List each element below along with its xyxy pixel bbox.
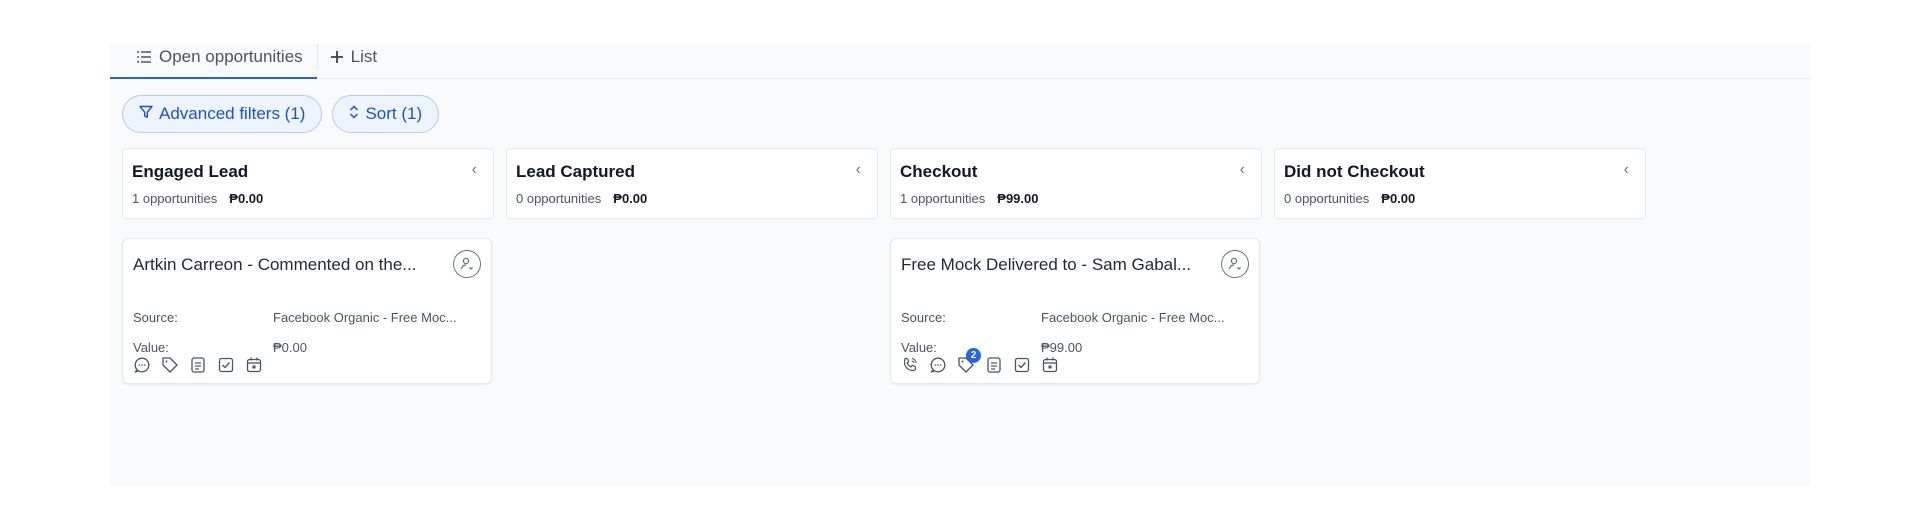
tag-icon[interactable] [161,356,179,374]
stage-meta: 1 opportunities ₱0.00 [132,191,484,206]
collapse-chevron-icon[interactable]: ‹ [1624,161,1629,179]
stage-column-checkout: Checkout 1 opportunities ₱99.00 ‹ [890,148,1262,219]
assign-user-icon[interactable] [453,250,481,278]
sort-button[interactable]: Sort (1) [332,95,440,133]
stage-title: Engaged Lead [132,162,249,181]
stage-column-lead-captured: Lead Captured 0 opportunities ₱0.00 ‹ [506,148,878,219]
stage-column-engaged-lead: Engaged Lead 1 opportunities ₱0.00 ‹ [122,148,494,219]
advanced-filters-label: Advanced filters (1) [159,104,306,123]
notes-icon[interactable] [985,356,1003,374]
stage-column-did-not-checkout: Did not Checkout 0 opportunities ₱0.00 ‹ [1274,148,1646,219]
tag-icon[interactable]: 2 [957,348,981,374]
opportunity-count: 0 opportunities [1284,191,1370,206]
advanced-filters-button[interactable]: Advanced filters (1) [122,95,323,133]
collapse-chevron-icon[interactable]: ‹ [856,161,861,179]
stage-meta: 0 opportunities ₱0.00 [1284,191,1636,206]
task-icon[interactable] [1013,356,1031,374]
source-label: Source: [133,310,178,325]
stage-amount: ₱99.00 [997,191,1039,206]
comment-icon[interactable] [929,356,947,374]
phone-icon[interactable] [901,356,919,374]
stage-amount: ₱0.00 [613,191,648,206]
calendar-icon[interactable] [1041,356,1059,374]
opportunity-title: Artkin Carreon - Commented on the... [133,255,417,274]
opportunity-title: Free Mock Delivered to - Sam Gabal... [901,255,1192,274]
tab-open-opportunities[interactable]: Open opportunities [110,44,317,79]
calendar-icon[interactable] [245,356,263,374]
opportunity-card[interactable]: Artkin Carreon - Commented on the... Sou… [122,238,492,384]
filter-bar: Advanced filters (1) Sort (1) [122,95,440,133]
pipeline-board: Open opportunities List Advanced filters… [110,44,1810,486]
stage-title: Lead Captured [516,162,636,181]
collapse-chevron-icon[interactable]: ‹ [472,161,477,179]
stage-amount: ₱0.00 [229,191,264,206]
card-actions: 2 [901,348,1059,374]
tag-count-badge: 2 [966,348,981,363]
value-amount: ₱99.00 [1041,340,1083,355]
card-actions [133,356,263,374]
task-icon[interactable] [217,356,235,374]
opportunity-card[interactable]: Free Mock Delivered to - Sam Gabal... So… [890,238,1260,384]
stage-meta: 1 opportunities ₱99.00 [900,191,1252,206]
source-value: Facebook Organic - Free Moc... [273,310,457,325]
value-label: Value: [901,340,937,355]
view-tabs: Open opportunities List [110,44,1810,79]
stage-title: Checkout [900,162,978,181]
stage-title: Did not Checkout [1284,162,1425,181]
value-amount: ₱0.00 [273,340,307,355]
assign-user-icon[interactable] [1221,250,1249,278]
tab-add-list[interactable]: List [316,44,391,70]
sort-icon [349,104,359,124]
comment-icon[interactable] [133,356,151,374]
opportunity-count: 1 opportunities [900,191,986,206]
opportunity-count: 1 opportunities [132,191,218,206]
notes-icon[interactable] [189,356,207,374]
value-label: Value: [133,340,169,355]
tab-label: Open opportunities [159,47,303,66]
plus-icon [330,50,344,64]
stage-amount: ₱0.00 [1381,191,1416,206]
stage-meta: 0 opportunities ₱0.00 [516,191,868,206]
tab-label: List [350,47,378,66]
opportunity-count: 0 opportunities [516,191,602,206]
list-icon [136,50,152,64]
source-label: Source: [901,310,946,325]
collapse-chevron-icon[interactable]: ‹ [1240,161,1245,179]
source-value: Facebook Organic - Free Moc... [1041,310,1225,325]
filter-icon [139,104,153,124]
sort-label: Sort (1) [365,104,423,123]
